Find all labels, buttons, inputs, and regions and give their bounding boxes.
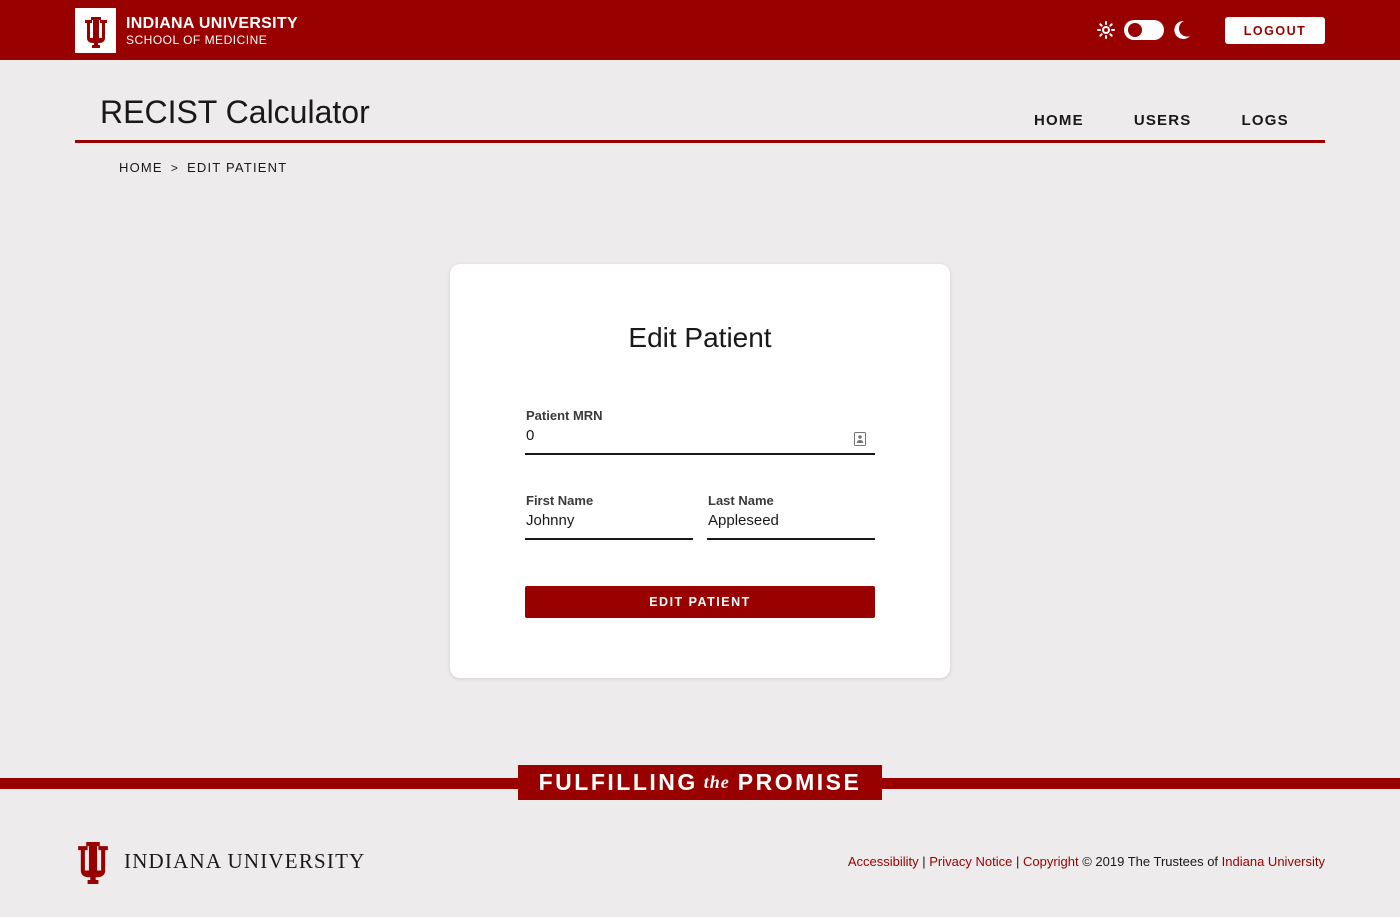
breadcrumb: HOME > EDIT PATIENT bbox=[119, 160, 287, 175]
tagline-part1: FULFILLING bbox=[538, 769, 698, 795]
iu-trident-icon bbox=[75, 8, 116, 53]
breadcrumb-current: EDIT PATIENT bbox=[187, 160, 288, 175]
indiana-university-link[interactable]: Indiana University bbox=[1222, 854, 1325, 869]
footer-links: Accessibility | Privacy Notice | Copyrig… bbox=[848, 854, 1325, 869]
first-name-input[interactable] bbox=[526, 512, 678, 529]
sun-icon bbox=[1097, 21, 1115, 39]
last-name-input[interactable] bbox=[708, 512, 860, 529]
footer-divider: | bbox=[922, 854, 926, 869]
patient-mrn-label: Patient MRN bbox=[526, 408, 603, 423]
footer-logo[interactable]: INDIANA UNIVERSITY bbox=[75, 838, 366, 884]
chevron-right-icon: > bbox=[170, 160, 180, 175]
contact-card-icon[interactable] bbox=[854, 432, 866, 446]
nav-users[interactable]: USERS bbox=[1134, 112, 1192, 129]
edit-patient-card: Edit Patient Patient MRN First Name Last… bbox=[450, 264, 950, 678]
tagline-part2: PROMISE bbox=[737, 769, 862, 795]
tagline-the: the bbox=[703, 772, 730, 792]
theme-toggle-knob bbox=[1128, 23, 1142, 37]
app-title: RECIST Calculator bbox=[100, 94, 370, 130]
brand-text: INDIANA UNIVERSITY SCHOOL OF MEDICINE bbox=[126, 14, 298, 47]
accessibility-link[interactable]: Accessibility bbox=[848, 854, 919, 869]
brand-school-name: SCHOOL OF MEDICINE bbox=[126, 32, 268, 47]
copyright-text: © 2019 The Trustees of bbox=[1082, 854, 1219, 869]
nav-home[interactable]: HOME bbox=[1034, 112, 1084, 129]
last-name-field: Last Name bbox=[707, 493, 875, 540]
tagline-banner: FULFILLING the PROMISE bbox=[518, 765, 882, 800]
edit-patient-button[interactable]: EDIT PATIENT bbox=[525, 586, 875, 618]
footer-divider: | bbox=[1015, 854, 1020, 869]
brand-university-name: INDIANA UNIVERSITY bbox=[126, 14, 298, 32]
copyright-link[interactable]: Copyright bbox=[1023, 854, 1079, 869]
privacy-notice-link[interactable]: Privacy Notice bbox=[929, 854, 1012, 869]
brand[interactable]: INDIANA UNIVERSITY SCHOOL OF MEDICINE bbox=[75, 8, 298, 53]
first-name-label: First Name bbox=[526, 493, 594, 508]
patient-mrn-input[interactable] bbox=[526, 427, 841, 444]
breadcrumb-home[interactable]: HOME bbox=[119, 160, 163, 175]
theme-toggle[interactable] bbox=[1124, 20, 1164, 40]
footer-university-name: INDIANA UNIVERSITY bbox=[124, 848, 366, 873]
top-bar: INDIANA UNIVERSITY SCHOOL OF MEDICINE LO… bbox=[0, 0, 1400, 60]
logout-button[interactable]: LOGOUT bbox=[1225, 17, 1325, 44]
header-divider bbox=[75, 140, 1325, 143]
iu-trident-icon bbox=[78, 842, 108, 884]
patient-mrn-field: Patient MRN bbox=[525, 408, 875, 455]
main-nav: HOME USERS LOGS bbox=[1034, 112, 1289, 129]
form-title: Edit Patient bbox=[628, 322, 772, 353]
moon-icon bbox=[1174, 20, 1190, 39]
last-name-label: Last Name bbox=[708, 493, 774, 508]
nav-logs[interactable]: LOGS bbox=[1242, 112, 1289, 129]
first-name-field: First Name bbox=[525, 493, 693, 540]
